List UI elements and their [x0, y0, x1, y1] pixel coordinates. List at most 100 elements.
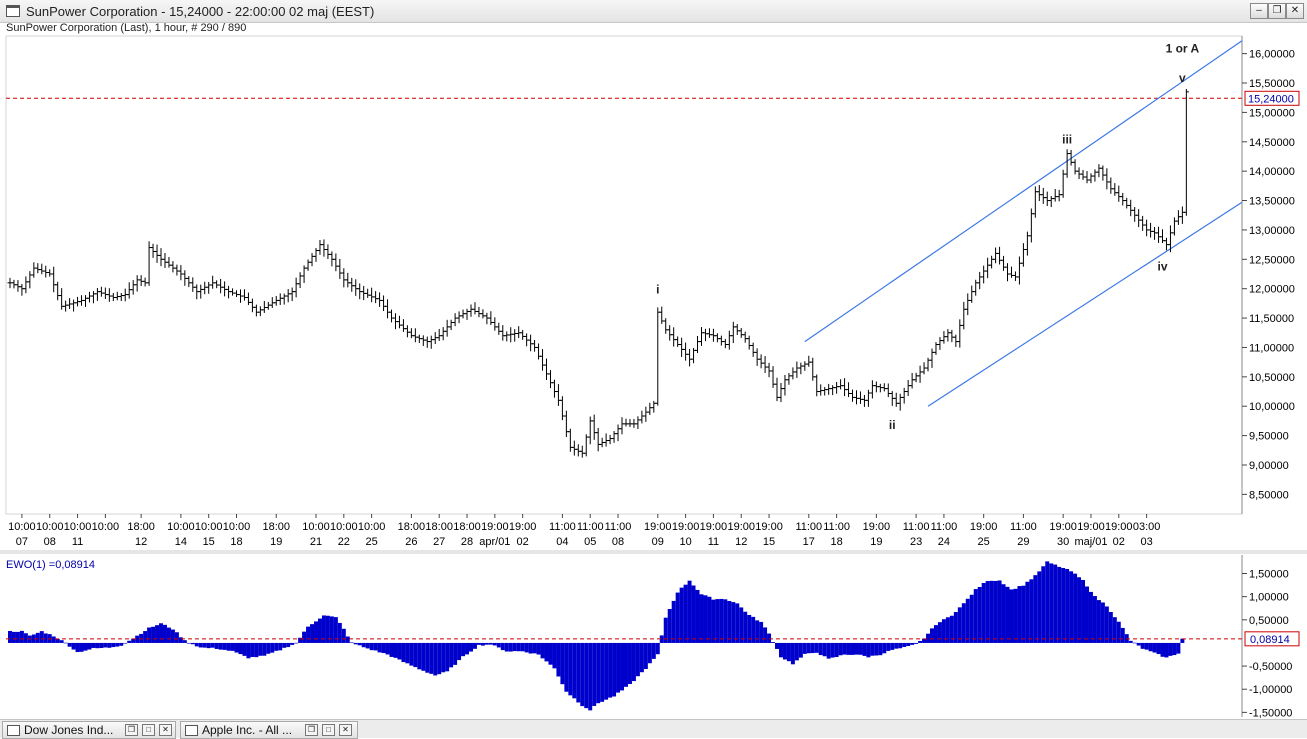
histogram-bar	[1021, 585, 1026, 643]
histogram-bar	[794, 642, 799, 661]
ohlc-bar	[591, 414, 597, 440]
ohlc-bar	[51, 266, 57, 293]
histogram-bar	[985, 581, 990, 643]
histogram-bar	[123, 642, 128, 644]
histogram-bar	[906, 642, 911, 647]
ohlc-bar	[162, 253, 168, 268]
ohlc-bar	[901, 387, 907, 404]
histogram-bar	[631, 642, 636, 682]
histogram-bar	[151, 626, 156, 643]
price-chart[interactable]: 16,00000 15,50000 15,00000 14,50000 14,00000…	[0, 0, 1307, 719]
ohlc-bar	[428, 335, 434, 349]
ohlc-bar	[222, 281, 228, 297]
histogram-bar	[155, 625, 160, 643]
histogram-bar	[1104, 606, 1109, 643]
ohlc-bar	[321, 239, 327, 257]
histogram-bar	[993, 580, 998, 643]
ohlc-bar	[150, 243, 156, 258]
histogram-bar	[254, 642, 259, 658]
histogram-bar	[838, 642, 843, 656]
histogram-bar	[258, 642, 263, 656]
histogram-bar	[639, 642, 644, 673]
ohlc-bar	[174, 264, 180, 276]
tab-dow-jones[interactable]: Dow Jones Ind... ❐ □ ✕	[2, 721, 176, 739]
histogram-bar	[103, 642, 108, 648]
histogram-bar	[937, 622, 942, 643]
y-tick-label: 14,00000	[1249, 166, 1295, 178]
histogram-bar	[389, 642, 394, 657]
histogram-bar	[381, 642, 386, 654]
last-price-label: 15,24000	[1248, 93, 1294, 105]
histogram-bar	[472, 642, 477, 649]
ohlc-bar	[1140, 215, 1146, 231]
x-tick-date: 15	[203, 536, 215, 548]
ohlc-bar	[973, 279, 979, 296]
tab-close-button[interactable]: ✕	[159, 724, 172, 736]
tab-apple[interactable]: Apple Inc. - All ... ❐ □ ✕	[180, 721, 358, 739]
histogram-bar	[755, 620, 760, 643]
histogram-bar	[1013, 588, 1018, 643]
tab-restore-button[interactable]: ❐	[305, 724, 318, 736]
histogram-bar	[576, 642, 581, 703]
histogram-bar	[842, 642, 847, 655]
histogram-bar	[1176, 642, 1181, 654]
tab-maximize-button[interactable]: □	[142, 724, 155, 736]
histogram-bar	[373, 642, 378, 651]
tab-close-button[interactable]: ✕	[339, 724, 352, 736]
histogram-bar	[480, 642, 485, 646]
x-tick-time: 10:00	[167, 521, 195, 533]
histogram-bar	[961, 603, 966, 643]
ohlc-bar	[98, 286, 104, 297]
ohlc-bar	[834, 382, 840, 394]
ohlc-bar	[718, 335, 724, 346]
histogram-bar	[1092, 596, 1097, 643]
ohlc-bar	[63, 300, 69, 312]
ohlc-bar	[289, 287, 295, 302]
ohlc-bar	[547, 370, 553, 389]
histogram-bar	[806, 642, 811, 654]
ohlc-bar	[23, 276, 29, 294]
histogram-bar	[361, 642, 366, 648]
ohlc-bar	[969, 285, 975, 303]
osc-tick-label: 0,50000	[1249, 615, 1289, 627]
histogram-bar	[778, 642, 783, 658]
histogram-bar	[433, 642, 438, 676]
histogram-bar	[568, 642, 573, 696]
x-tick-time: 10:00	[302, 521, 330, 533]
histogram-bar	[469, 642, 473, 652]
ohlc-bar	[762, 356, 768, 373]
histogram-bar	[997, 580, 1002, 643]
histogram-bar	[1088, 591, 1093, 643]
x-tick-date: apr/01	[479, 536, 510, 548]
histogram-bar	[1009, 589, 1014, 643]
ohlc-bar	[885, 383, 891, 398]
ohlc-bar	[1048, 196, 1054, 208]
histogram-bar	[63, 642, 68, 644]
ohlc-bar	[826, 383, 832, 395]
histogram-bar	[719, 598, 724, 643]
histogram-bar	[608, 642, 613, 698]
ohlc-bar	[941, 331, 947, 344]
osc-tick-label: -1,00000	[1249, 684, 1292, 696]
tab-restore-button[interactable]: ❐	[125, 724, 138, 736]
tab-maximize-button[interactable]: □	[322, 724, 335, 736]
histogram-bar	[866, 642, 871, 658]
histogram-bar	[818, 642, 823, 656]
histogram-bar	[43, 633, 48, 643]
histogram-bar	[544, 642, 549, 662]
histogram-bar	[341, 628, 346, 643]
ohlc-bar	[202, 281, 208, 295]
y-tick-label: 9,50000	[1249, 431, 1289, 443]
histogram-bar	[830, 642, 835, 658]
histogram-bar	[1152, 642, 1157, 653]
x-tick-date: 15	[763, 536, 775, 548]
ohlc-bar	[818, 384, 824, 396]
ohlc-bar	[456, 311, 462, 324]
histogram-bar	[763, 627, 768, 643]
y-tick-label: 13,50000	[1249, 196, 1295, 208]
ohlc-bar	[15, 280, 21, 292]
window-tabs-bar: Dow Jones Ind... ❐ □ ✕ Apple Inc. - All …	[0, 719, 1307, 739]
histogram-bar	[119, 642, 124, 646]
y-tick-label: 8,50000	[1249, 489, 1289, 501]
histogram-bar	[671, 600, 676, 643]
